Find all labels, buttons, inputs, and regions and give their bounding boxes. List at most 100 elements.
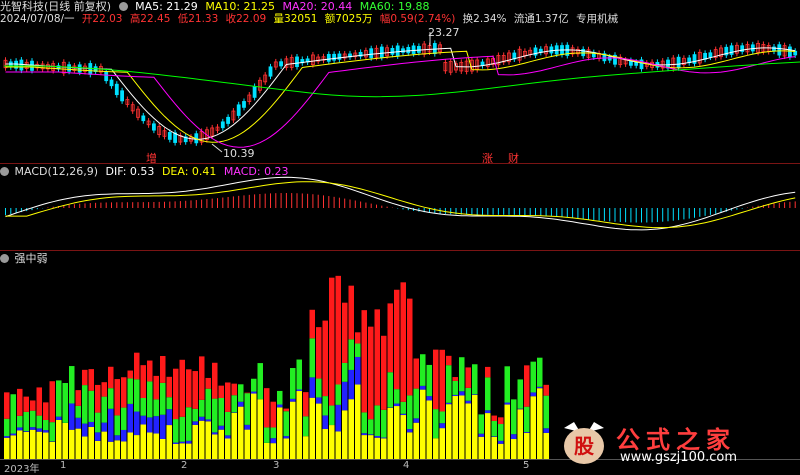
strength-bar-red [115, 379, 121, 415]
strength-bar-red [37, 387, 43, 415]
candle-body [121, 91, 124, 101]
strength-bar-blue [134, 412, 140, 436]
strength-bar-green [154, 399, 160, 416]
strength-bar-blue [167, 409, 173, 425]
strength-bar-red [362, 310, 368, 412]
strength-bar-blue [219, 426, 225, 430]
strength-bar-green [50, 422, 56, 441]
strength-bar-yellow [4, 438, 10, 459]
strength-bar-yellow [349, 399, 355, 459]
strength-bar-green [225, 412, 231, 435]
strength-bar-red [485, 367, 491, 377]
strength-bar-green [147, 381, 153, 417]
strength-bar-red [186, 369, 192, 407]
strength-bar-green [479, 414, 485, 433]
strength-bar-red [264, 388, 270, 427]
strength-bar-blue [95, 432, 101, 441]
strength-bar-yellow [336, 431, 342, 459]
strength-bar-red [271, 402, 277, 428]
strength-bar-green [498, 424, 504, 441]
candle-body [237, 105, 240, 116]
strength-bar-yellow [147, 432, 153, 459]
strength-bar-blue [17, 427, 23, 430]
strength-bar-blue [427, 396, 433, 400]
strength-bar-yellow [459, 396, 465, 459]
strength-bar-blue [407, 429, 413, 432]
strength-bar-red [440, 350, 446, 412]
strength-bar-blue [336, 405, 342, 432]
strength-bar-blue [505, 403, 511, 405]
strength-bar-yellow [89, 427, 95, 459]
strength-bar-yellow [310, 398, 316, 459]
strength-bar-red [154, 376, 160, 400]
strength-bar-green [264, 427, 270, 442]
strength-bar-green [251, 379, 257, 392]
strength-bar-yellow [368, 435, 374, 459]
strength-bar-green [310, 338, 316, 377]
strength-bar-yellow [11, 435, 17, 459]
strength-bar-yellow [485, 413, 491, 459]
strength-bar-blue [277, 405, 283, 408]
strength-bar-red [173, 369, 179, 419]
strength-bar-yellow [303, 436, 309, 459]
strength-bar-red [212, 363, 218, 399]
strength-bar-green [329, 406, 335, 425]
strength-bar-yellow [290, 402, 296, 459]
strength-bar-blue [537, 387, 543, 388]
strength-bar-red [4, 392, 10, 418]
candle-body [243, 101, 246, 107]
strength-bar-blue [11, 434, 17, 436]
strength-bar-yellow [121, 441, 127, 459]
strength-bar-blue [251, 392, 257, 394]
strength-bar-red [414, 359, 420, 389]
strength-bar-blue [121, 430, 127, 441]
settings-dot-icon[interactable] [119, 2, 128, 11]
candle-body [227, 117, 230, 123]
strength-bar-green [76, 406, 82, 418]
dea-line [6, 182, 796, 228]
strength-bar-blue [43, 430, 49, 432]
strength-bar-yellow [401, 415, 407, 459]
strength-bar-blue [147, 417, 153, 432]
strength-bar-blue [524, 432, 530, 433]
strength-bar-yellow [160, 439, 166, 459]
strength-bar-red [388, 303, 394, 372]
strength-bar-yellow [76, 429, 82, 459]
strength-bar-yellow [394, 406, 400, 459]
panel-divider [0, 163, 800, 164]
strength-bar-green [518, 379, 524, 408]
strength-bar-green [323, 396, 329, 415]
candle-body [221, 122, 224, 128]
price-chart[interactable] [0, 24, 800, 164]
strength-bar-green [115, 415, 121, 435]
strength-bar-yellow [128, 432, 134, 459]
strength-bar-red [160, 356, 166, 383]
strength-bar-green [388, 372, 394, 407]
strength-bar-blue [420, 386, 426, 390]
strength-bar-red [219, 386, 225, 398]
strength-bar-yellow [537, 388, 543, 459]
strength-bar-blue [128, 404, 134, 433]
candle-body [327, 54, 330, 61]
strength-bar-red [310, 310, 316, 339]
candle-body [417, 46, 420, 52]
strength-bar-yellow [17, 430, 23, 459]
strength-bar-blue [69, 403, 75, 429]
strength-bar-green [121, 408, 127, 430]
strength-bar-green [394, 389, 400, 403]
macd-chart[interactable] [0, 170, 800, 250]
candle-body [115, 84, 118, 94]
candle-body [751, 45, 754, 51]
strength-bar-yellow [258, 399, 264, 459]
strength-bar-red [108, 367, 114, 388]
strength-bar-blue [186, 441, 192, 444]
strength-bar-blue [479, 434, 485, 437]
strength-bar-red [17, 389, 23, 416]
strength-bar-green [453, 381, 459, 395]
strength-bar-blue [56, 417, 62, 420]
strength-bar-blue [459, 391, 465, 395]
candle-body [105, 72, 108, 81]
strength-bar-green [524, 407, 530, 432]
strength-bar-green [316, 379, 322, 398]
strength-bar-yellow [154, 434, 160, 459]
